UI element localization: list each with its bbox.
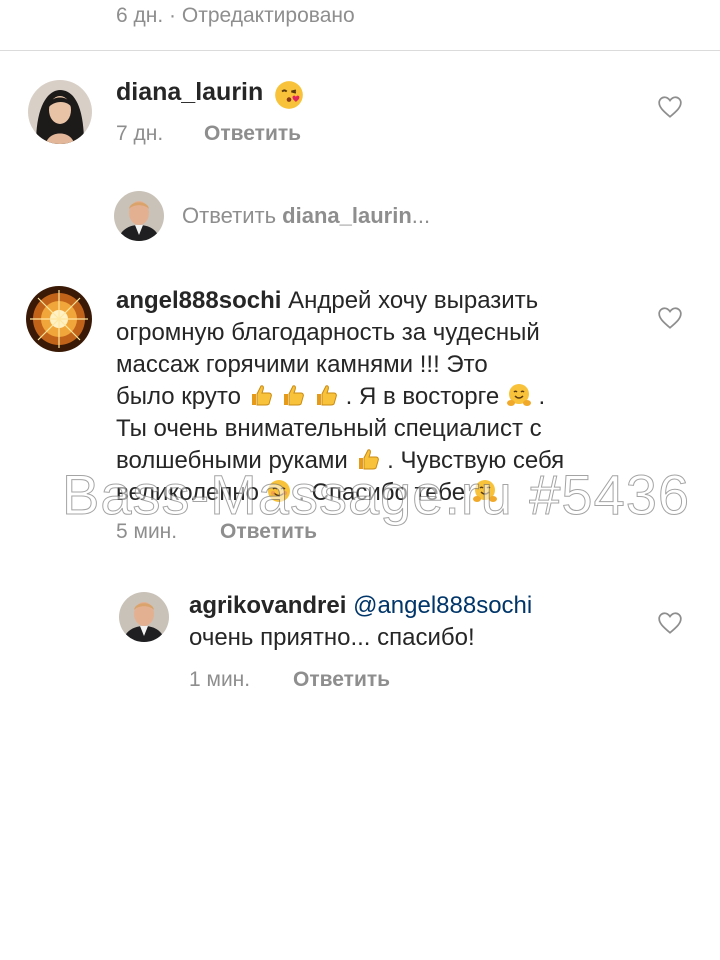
comment-text: очень приятно... спасибо!	[189, 624, 475, 651]
comment-text: .	[538, 383, 546, 410]
comment-line: великолепно . Спасибо тебе	[116, 477, 656, 509]
mention-link[interactable]: @angel888sochi	[353, 592, 532, 619]
avatar[interactable]	[28, 80, 92, 144]
comment-time: 7 дн.	[116, 122, 164, 145]
reply-comment-body: agrikovandrei @angel888sochi очень прият…	[189, 590, 649, 654]
username[interactable]: agrikovandrei	[189, 592, 346, 619]
kissing-heart-emoji-icon	[274, 80, 304, 113]
avatar[interactable]	[26, 286, 92, 352]
reply-button[interactable]: Ответить	[293, 668, 390, 692]
comment-text: великолепно	[116, 479, 259, 506]
reply-input-mention: diana_laurin	[282, 203, 412, 228]
current-user-avatar	[114, 191, 164, 241]
thumbs-up-icon	[313, 383, 346, 410]
comment-line: было круто . Я в восторге .	[116, 381, 656, 413]
previous-comment-meta: 6 дн. · Отредактировано	[116, 4, 355, 27]
comment-line: angel888sochi Андрей хочу выразить	[116, 285, 656, 317]
username[interactable]: angel888sochi	[116, 287, 281, 314]
comment-line: огромную благодарность за чудесный	[116, 319, 540, 346]
comment-text: . Спасибо тебе	[298, 479, 466, 506]
reply-button[interactable]: Ответить	[220, 520, 317, 544]
divider	[0, 50, 720, 51]
hugging-face-icon	[472, 479, 498, 506]
thumbs-up-icon	[355, 447, 388, 474]
avatar[interactable]	[119, 592, 169, 642]
heart-icon[interactable]	[657, 611, 683, 635]
reply-input-suffix: ...	[411, 203, 431, 228]
reply-button[interactable]: Ответить	[204, 122, 301, 146]
reply-input-prefix: Ответить	[182, 203, 277, 228]
thumbs-up-icon	[248, 383, 281, 410]
comment-line: agrikovandrei @angel888sochi	[189, 590, 649, 622]
comment-text: . Я в восторге	[345, 383, 500, 410]
comment-line: Ты очень внимательный специалист с	[116, 415, 542, 442]
comment-line: массаж горячими камнями !!! Это	[116, 351, 488, 378]
comment-text: . Чувствую себя	[387, 447, 565, 474]
comment-line: волшебными руками . Чувствую себя	[116, 445, 656, 477]
comment-text: было круто	[116, 383, 241, 410]
comment-body: angel888sochi Андрей хочу выразить огром…	[116, 285, 656, 509]
comment-time: 5 мин.	[116, 520, 178, 543]
hugging-face-icon	[506, 383, 539, 410]
username[interactable]: diana_laurin	[116, 78, 263, 106]
comment-header: diana_laurin	[116, 78, 304, 113]
reply-input[interactable]: Ответить diana_laurin...	[182, 203, 430, 229]
heart-icon[interactable]	[657, 95, 683, 119]
comment-text: Андрей хочу выразить	[288, 287, 539, 314]
heart-icon[interactable]	[657, 306, 683, 330]
thumbs-up-icon	[280, 383, 313, 410]
smiling-face-icon	[266, 479, 299, 506]
comment-time: 1 мин.	[189, 668, 251, 691]
comment-text: волшебными руками	[116, 447, 348, 474]
